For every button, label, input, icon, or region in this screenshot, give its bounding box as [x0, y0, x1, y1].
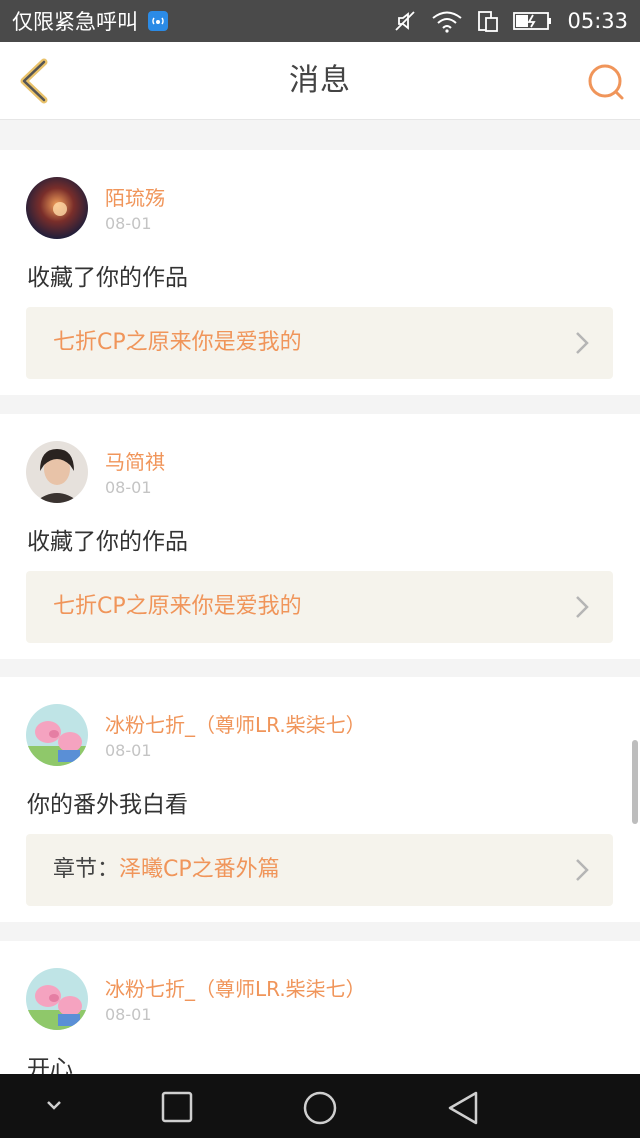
ref-title: 七折CP之原来你是爱我的	[53, 594, 302, 619]
message-list[interactable]: 陌琉殇 08-01 收藏了你的作品 七折CP之原来你是爱我的 马简祺 08-01…	[0, 120, 640, 1074]
square-icon	[161, 1091, 193, 1123]
status-bar: 仅限紧急呼叫 05:33	[0, 0, 640, 42]
username[interactable]: 冰粉七折_（尊师LR.柴柒七）	[105, 709, 366, 738]
chapter-prefix: 章节：	[53, 857, 120, 882]
search-icon	[588, 64, 624, 100]
message-text: 开心	[27, 1056, 73, 1074]
clock-text: 05:33	[567, 9, 628, 33]
status-left: 仅限紧急呼叫	[12, 6, 168, 36]
message-date: 08-01	[105, 214, 152, 233]
hotspot-icon	[148, 11, 168, 31]
recents-button[interactable]	[160, 1090, 194, 1128]
chapter-link[interactable]: 章节：泽曦CP之番外篇	[26, 834, 613, 906]
ref-title: 七折CP之原来你是爱我的	[53, 330, 302, 355]
message-text: 收藏了你的作品	[27, 265, 188, 291]
message-date: 08-01	[105, 478, 152, 497]
avatar[interactable]	[26, 704, 88, 766]
username[interactable]: 陌琉殇	[105, 182, 165, 211]
app-header: 消息	[0, 42, 640, 120]
message-date: 08-01	[105, 741, 152, 760]
avatar[interactable]	[26, 441, 88, 503]
message-card[interactable]: 陌琉殇 08-01 收藏了你的作品 七折CP之原来你是爱我的	[0, 150, 640, 395]
home-button[interactable]	[302, 1090, 338, 1130]
carrier-text: 仅限紧急呼叫	[12, 10, 138, 34]
back-nav-button[interactable]	[446, 1090, 480, 1130]
message-date: 08-01	[105, 1005, 152, 1024]
mute-icon	[393, 9, 417, 33]
message-card[interactable]: 马简祺 08-01 收藏了你的作品 七折CP之原来你是爱我的	[0, 414, 640, 659]
work-title: 七折CP之原来你是爱我的	[53, 307, 302, 379]
chevron-down-icon	[47, 1101, 61, 1110]
chevron-right-icon	[576, 596, 589, 618]
avatar[interactable]	[26, 968, 88, 1030]
message-text: 你的番外我白看	[27, 792, 188, 818]
chapter-title: 章节：泽曦CP之番外篇	[53, 834, 280, 906]
scrollbar[interactable]	[632, 740, 638, 824]
chevron-right-icon	[576, 859, 589, 881]
username[interactable]: 冰粉七折_（尊师LR.柴柒七）	[105, 973, 366, 1002]
search-button[interactable]	[586, 62, 626, 102]
message-card[interactable]: 冰粉七折_（尊师LR.柴柒七） 08-01 开心	[0, 941, 640, 1074]
triangle-back-icon	[448, 1091, 478, 1125]
work-link[interactable]: 七折CP之原来你是爱我的	[26, 307, 613, 379]
circle-icon	[303, 1091, 337, 1125]
avatar[interactable]	[26, 177, 88, 239]
username[interactable]: 马简祺	[105, 446, 165, 475]
chevron-right-icon	[576, 332, 589, 354]
system-nav-bar	[0, 1074, 640, 1138]
battery-icon	[513, 10, 553, 32]
collapse-button[interactable]	[42, 1096, 66, 1120]
work-title: 七折CP之原来你是爱我的	[53, 571, 302, 643]
sim-icon	[477, 9, 499, 33]
message-text: 收藏了你的作品	[27, 529, 188, 555]
work-link[interactable]: 七折CP之原来你是爱我的	[26, 571, 613, 643]
status-right: 05:33	[393, 9, 628, 33]
ref-title: 泽曦CP之番外篇	[119, 857, 280, 882]
message-card[interactable]: 冰粉七折_（尊师LR.柴柒七） 08-01 你的番外我白看 章节：泽曦CP之番外…	[0, 677, 640, 922]
page-title: 消息	[289, 63, 351, 98]
wifi-icon	[431, 9, 463, 33]
